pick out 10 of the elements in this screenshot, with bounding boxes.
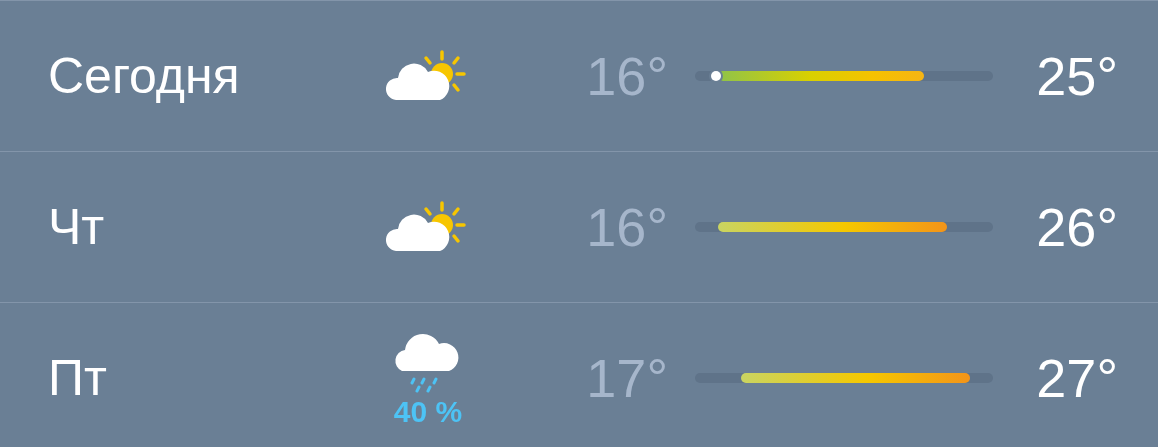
- low-temperature: 17°: [585, 347, 668, 409]
- high-temperature: 26°: [1035, 196, 1118, 258]
- high-temperature: 25°: [1035, 45, 1118, 107]
- day-label: Сегодня: [48, 47, 241, 105]
- day-label: Пт: [48, 349, 108, 407]
- low-temperature: 16°: [585, 196, 668, 258]
- precipitation-chance: 40 %: [393, 395, 463, 429]
- high-temperature: 27°: [1035, 347, 1118, 409]
- low-temperature: 16°: [585, 45, 668, 107]
- day-label: Чт: [48, 198, 106, 256]
